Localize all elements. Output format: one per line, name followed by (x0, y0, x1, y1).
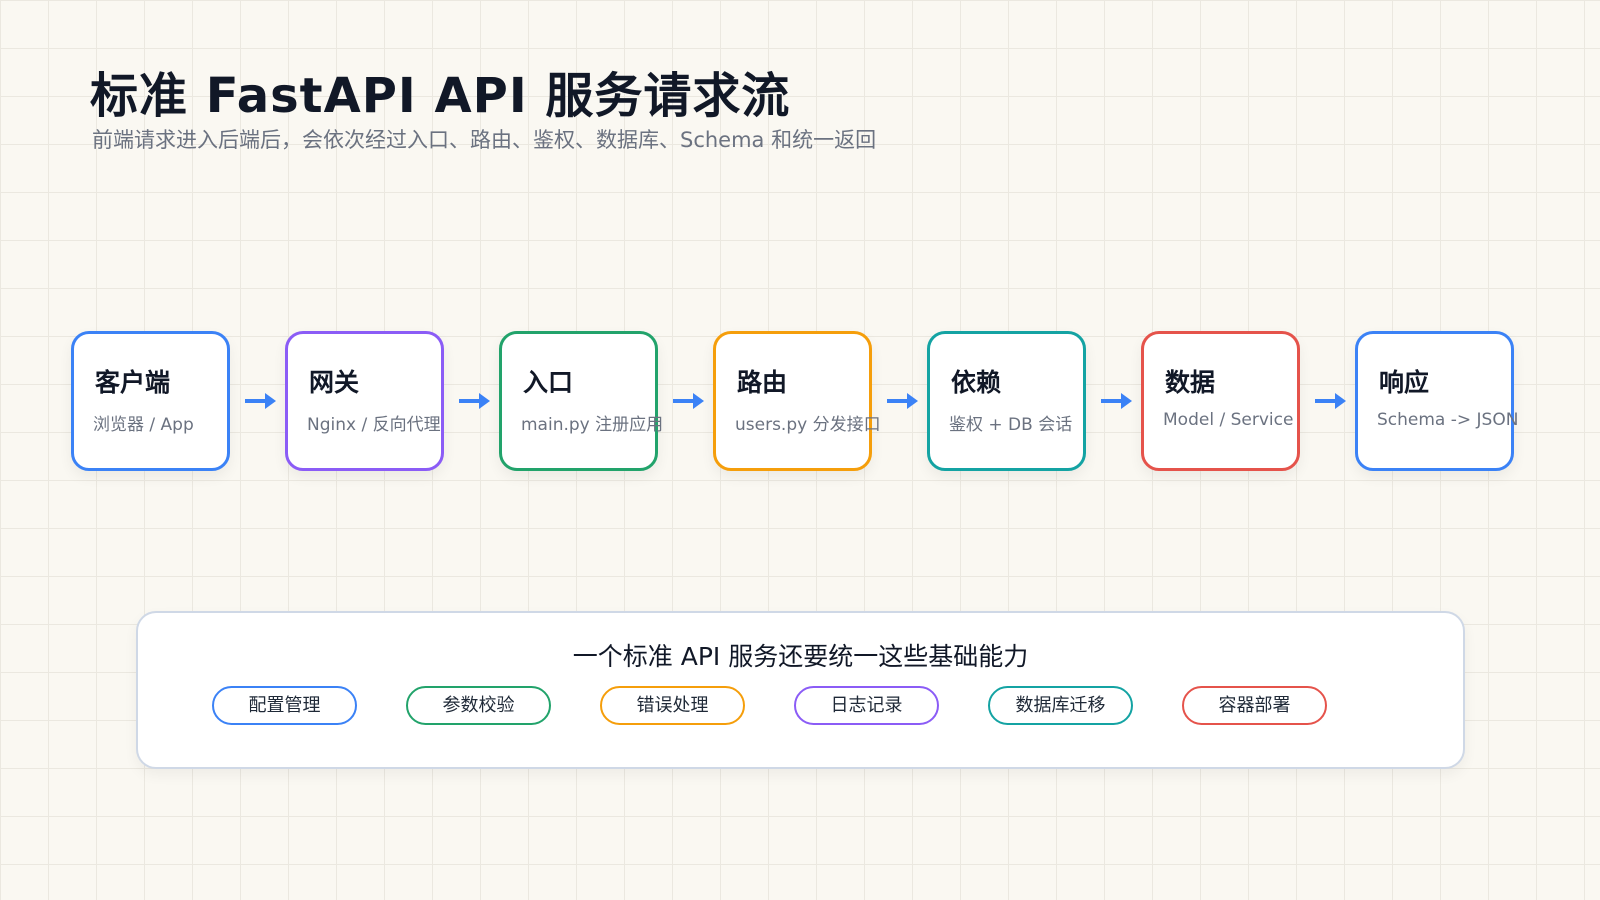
capability-pill: 参数校验 (406, 686, 551, 725)
capability-pill: 日志记录 (794, 686, 939, 725)
node-title: 入口 (523, 368, 574, 397)
capability-pill: 错误处理 (600, 686, 745, 725)
arrow-right-icon (459, 393, 490, 409)
arrow-right-icon (1315, 393, 1346, 409)
node-desc: 浏览器 / App (93, 415, 194, 435)
flow-node-dependency: 依赖 鉴权 + DB 会话 (927, 331, 1086, 471)
node-desc: Nginx / 反向代理 (307, 415, 441, 435)
flow-node-entry: 入口 main.py 注册应用 (499, 331, 663, 471)
node-desc: Schema -> JSON (1377, 410, 1519, 430)
arrow-right-icon (245, 393, 276, 409)
arrow-right-icon (887, 393, 918, 409)
flow-node-router: 路由 users.py 分发接口 (713, 331, 881, 471)
node-title: 网关 (309, 368, 360, 397)
node-desc: main.py 注册应用 (521, 415, 664, 435)
capability-pill: 数据库迁移 (988, 686, 1133, 725)
page-title: 标准 FastAPI API 服务请求流 (90, 68, 791, 124)
request-flow: 客户端 浏览器 / App 网关 Nginx / 反向代理 入口 main.py… (0, 331, 1600, 475)
node-title: 数据 (1165, 368, 1216, 397)
capabilities-panel: 一个标准 API 服务还要统一这些基础能力 配置管理 参数校验 错误处理 日志记… (136, 611, 1465, 769)
capabilities-title: 一个标准 API 服务还要统一这些基础能力 (572, 642, 1029, 671)
node-title: 依赖 (951, 368, 1002, 397)
node-title: 客户端 (95, 368, 171, 397)
capability-pill: 容器部署 (1182, 686, 1327, 725)
arrow-right-icon (673, 393, 704, 409)
flow-node-data: 数据 Model / Service (1141, 331, 1300, 471)
node-desc: Model / Service (1163, 410, 1294, 430)
node-title: 路由 (737, 368, 788, 397)
page-subtitle: 前端请求进入后端后，会依次经过入口、路由、鉴权、数据库、Schema 和统一返回 (92, 128, 877, 152)
flow-node-client: 客户端 浏览器 / App (71, 331, 230, 471)
arrow-right-icon (1101, 393, 1132, 409)
node-desc: users.py 分发接口 (735, 415, 881, 435)
flow-node-response: 响应 Schema -> JSON (1355, 331, 1518, 471)
node-desc: 鉴权 + DB 会话 (949, 415, 1073, 435)
flow-node-gateway: 网关 Nginx / 反向代理 (285, 331, 444, 471)
node-title: 响应 (1379, 368, 1430, 397)
capability-pill: 配置管理 (212, 686, 357, 725)
